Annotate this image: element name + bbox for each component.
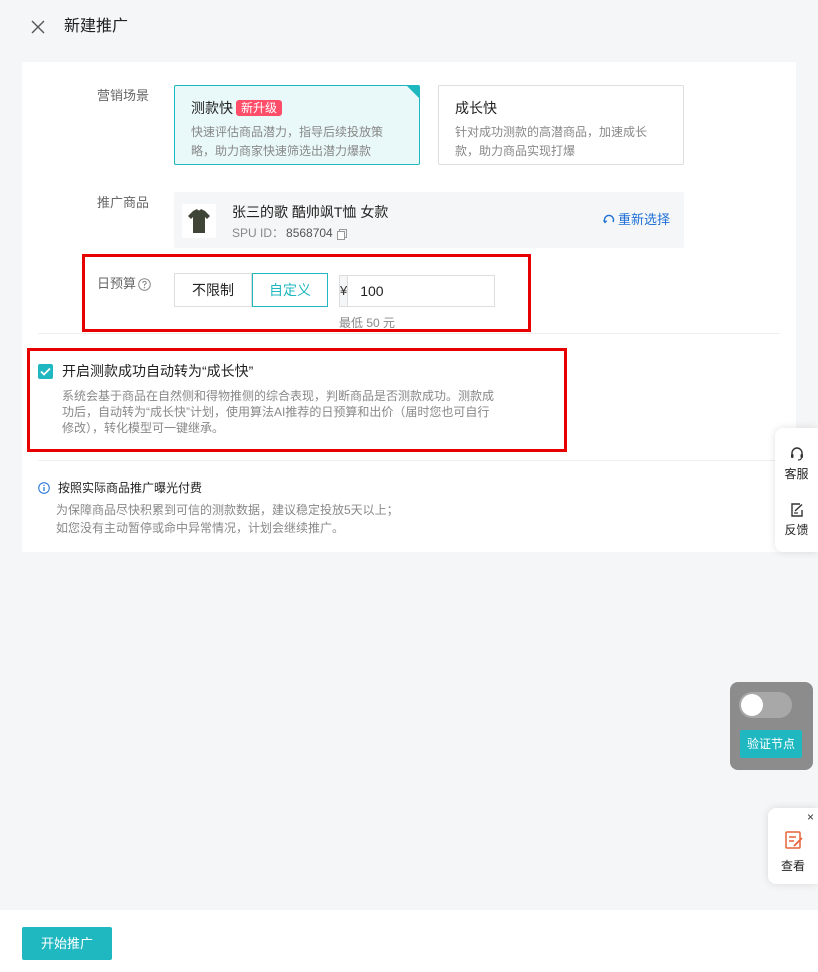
billing-tip-title: 按照实际商品推广曝光付费 xyxy=(58,481,203,495)
scene-option-grow[interactable]: 成长快 针对成功测款的高潜商品，加速成长 款，助力商品实现打爆 xyxy=(438,85,684,165)
header: 新建推广 xyxy=(0,0,818,56)
product-label: 推广商品 xyxy=(97,195,150,210)
scene-label: 营销场景 xyxy=(97,88,150,103)
reselect-label: 重新选择 xyxy=(617,212,670,227)
toggle-knob xyxy=(741,694,763,716)
side-panel: 客服 反馈 xyxy=(775,428,818,552)
divider xyxy=(38,460,780,461)
selected-corner-mark xyxy=(407,86,419,98)
product-box: 张三的歌 酷帅飒T恤 女款 SPU ID： 8568704 重新选择 xyxy=(174,192,684,248)
auto-convert-highlight-box xyxy=(27,348,567,452)
scene-test-desc-line2: 略，助力商家快速筛选出潜力爆款 xyxy=(191,144,372,158)
reselect-link[interactable]: 重新选择 xyxy=(603,212,670,228)
divider xyxy=(38,333,780,334)
notes-icon[interactable] xyxy=(784,830,804,855)
verify-node-widget: 验证节点 xyxy=(730,682,813,770)
copy-icon[interactable] xyxy=(336,228,347,240)
feedback-label: 反馈 xyxy=(784,523,809,537)
scene-grow-desc-line1: 针对成功测款的高潜商品，加速成长 xyxy=(455,125,648,139)
view-widget: × 查看 xyxy=(768,808,818,884)
feedback-button[interactable]: 反馈 xyxy=(775,502,818,538)
new-upgrade-badge: 新升级 xyxy=(236,100,283,116)
billing-tip-row: 按照实际商品推广曝光付费 xyxy=(38,480,202,496)
budget-highlight-box xyxy=(82,254,531,332)
product-thumbnail xyxy=(182,204,216,238)
close-icon[interactable] xyxy=(28,17,48,37)
verify-node-button[interactable]: 验证节点 xyxy=(740,730,802,758)
scene-test-desc-line1: 快速评估商品潜力，指导后续投放策 xyxy=(191,125,384,139)
scene-option-test[interactable]: 测款快 新升级 快速评估商品潜力，指导后续投放策 略，助力商家快速筛选出潜力爆款 xyxy=(174,85,420,165)
customer-service-label: 客服 xyxy=(784,467,809,481)
feedback-icon xyxy=(790,503,803,517)
billing-tip-line1: 为保障商品尽快积累到可信的测款数据，建议稳定投放5天以上； xyxy=(56,503,399,517)
verify-toggle[interactable] xyxy=(739,692,792,718)
spu-row: SPU ID： 8568704 xyxy=(232,225,347,241)
scene-grow-title: 成长快 xyxy=(455,100,497,116)
product-name: 张三的歌 酷帅飒T恤 女款 xyxy=(232,204,389,220)
billing-tip-line2: 如您没有主动暂停或命中异常情况，计划会继续推广。 xyxy=(56,521,345,535)
view-label: 查看 xyxy=(780,859,805,873)
info-icon xyxy=(38,482,50,494)
view-close-icon[interactable]: × xyxy=(807,811,814,823)
page-title: 新建推广 xyxy=(64,18,129,35)
spu-label: SPU ID： xyxy=(232,226,285,240)
headset-icon xyxy=(790,447,803,461)
scene-grow-desc-line2: 款，助力商品实现打爆 xyxy=(455,144,576,158)
footer: 开始推广 xyxy=(0,910,818,972)
customer-service-button[interactable]: 客服 xyxy=(775,446,818,482)
spu-id: 8568704 xyxy=(286,226,333,240)
refresh-icon xyxy=(603,214,615,224)
start-promotion-button[interactable]: 开始推广 xyxy=(22,927,112,960)
scene-test-title: 测款快 xyxy=(191,100,233,116)
